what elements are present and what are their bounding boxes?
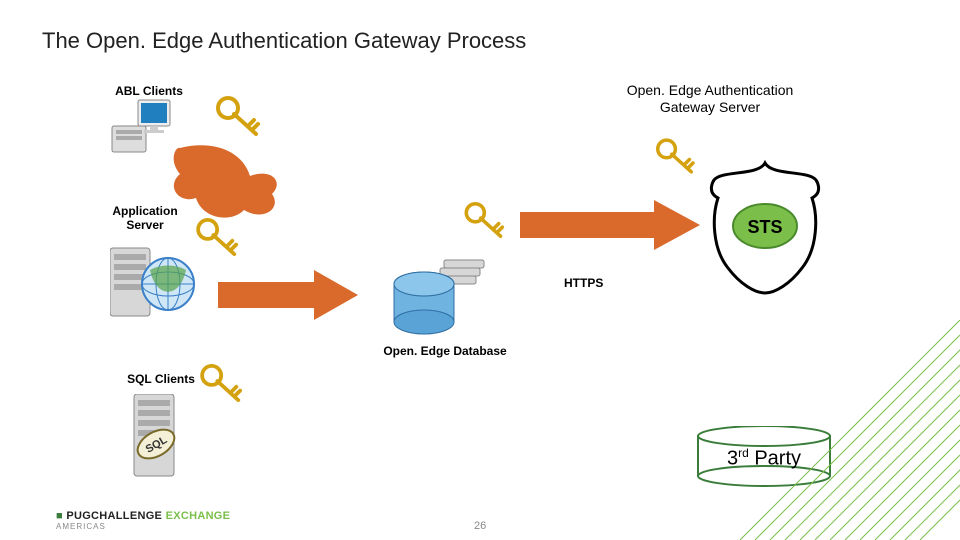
- arrow-icon: [172, 140, 292, 220]
- shield-icon: STS: [700, 158, 830, 303]
- page-number: 26: [474, 520, 486, 532]
- key-icon: [200, 364, 248, 402]
- footer-region: AMERICAS: [56, 522, 230, 531]
- key-icon: [216, 96, 266, 136]
- third-party-pre: 3: [727, 448, 738, 470]
- label-abl-clients: ABL Clients: [104, 84, 194, 98]
- key-icon: [196, 218, 244, 256]
- key-icon: [464, 202, 510, 238]
- label-database: Open. Edge Database: [370, 344, 520, 358]
- label-application-server: Application Server: [100, 204, 190, 233]
- label-gateway-server: Open. Edge Authentication Gateway Server: [600, 82, 820, 116]
- third-party-post: Party: [749, 448, 801, 470]
- page-title: The Open. Edge Authentication Gateway Pr…: [42, 28, 526, 54]
- sql-server-icon: SQL: [126, 394, 196, 486]
- label-application-server-line1: Application: [100, 204, 190, 218]
- footer-brand-color: EXCHANGE: [166, 510, 231, 522]
- key-icon: [656, 138, 700, 174]
- arrow-icon: [218, 270, 358, 320]
- label-sql-clients: SQL Clients: [116, 372, 206, 386]
- label-third-party: 3rd Party: [694, 446, 834, 471]
- arrow-icon: [520, 200, 700, 250]
- label-application-server-line2: Server: [100, 218, 190, 232]
- database-icon: [390, 254, 486, 338]
- third-party-sup: rd: [738, 446, 749, 460]
- label-gateway-server-line1: Open. Edge Authentication: [600, 82, 820, 99]
- abl-client-icon: [110, 98, 172, 156]
- label-https: HTTPS: [564, 276, 603, 290]
- sts-badge-text: STS: [747, 217, 782, 237]
- label-gateway-server-line2: Gateway Server: [600, 99, 820, 116]
- slide: { "title": "The Open. Edge Authenticatio…: [0, 0, 960, 540]
- footer-brand: ■ PUGCHALLENGE EXCHANGE AMERICAS: [56, 510, 230, 531]
- footer-brand-main: PUGCHALLENGE: [66, 510, 162, 522]
- application-server-icon: [110, 244, 200, 324]
